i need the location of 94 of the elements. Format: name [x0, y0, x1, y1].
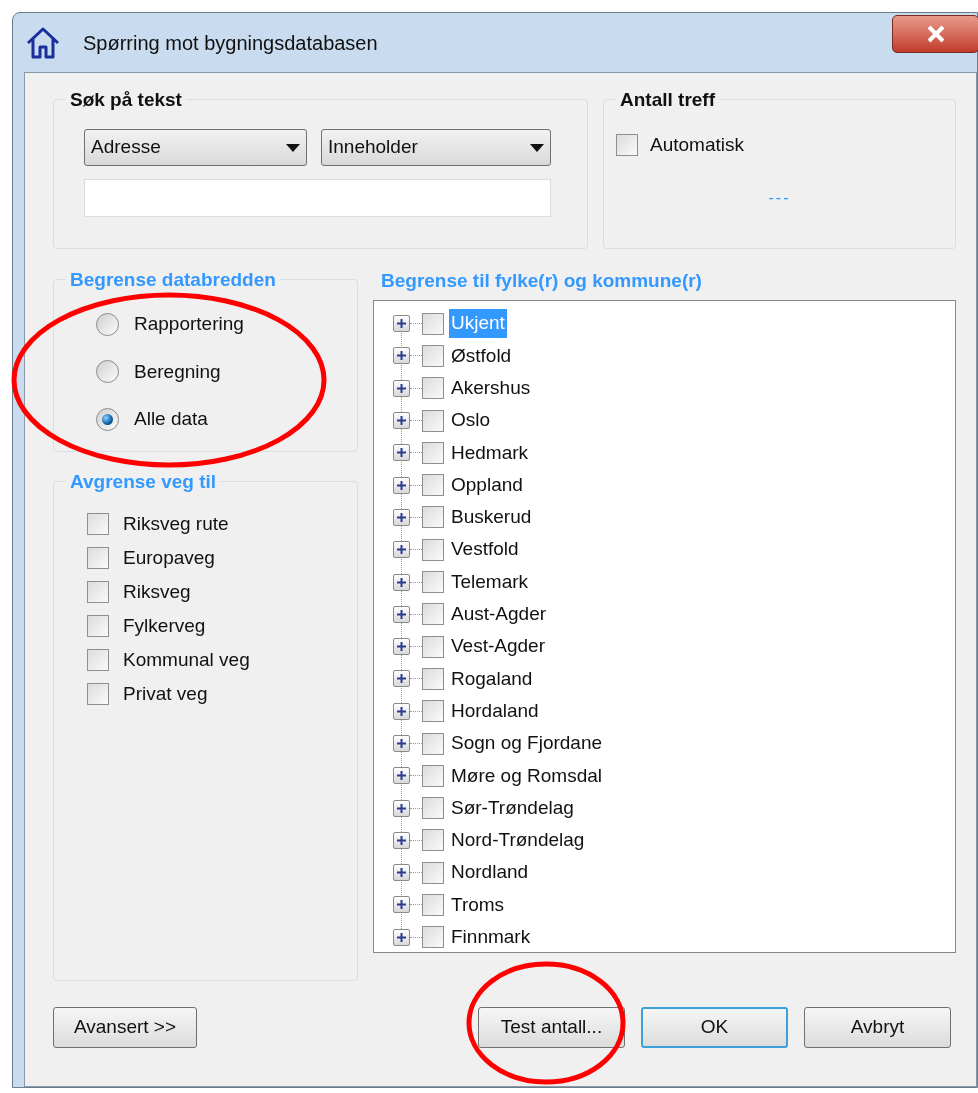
radio-button[interactable] — [96, 360, 119, 384]
checkbox[interactable] — [422, 441, 444, 464]
checkbox[interactable] — [422, 344, 444, 367]
radio-label: Alle data — [134, 407, 208, 431]
expand-icon[interactable] — [393, 476, 410, 494]
checkbox-label: Kommunal veg — [123, 649, 250, 671]
checkbox[interactable] — [422, 377, 444, 400]
tree-item[interactable]: Hordaland — [449, 696, 541, 726]
checkbox[interactable] — [422, 797, 444, 820]
checkbox-label: Automatisk — [650, 133, 744, 157]
expand-icon[interactable] — [393, 670, 410, 688]
checkbox-label: Fylkerveg — [123, 615, 206, 637]
tree-item[interactable]: Sør-Trøndelag — [449, 793, 576, 823]
checkbox[interactable] — [422, 506, 444, 529]
expand-icon[interactable] — [393, 831, 410, 849]
expand-icon[interactable] — [393, 928, 410, 946]
expand-icon[interactable] — [393, 541, 410, 559]
expand-icon[interactable] — [393, 896, 410, 914]
tree-item[interactable]: Vestfold — [449, 535, 521, 564]
checkbox[interactable] — [87, 649, 109, 671]
checkbox-label: Riksveg rute — [123, 513, 229, 535]
expand-icon[interactable] — [393, 315, 410, 333]
checkbox[interactable] — [422, 764, 444, 787]
dialog-button[interactable]: Test antall... — [478, 1007, 625, 1048]
tree-item[interactable]: Nord-Trøndelag — [449, 826, 587, 855]
checkbox[interactable] — [87, 547, 109, 569]
radio-label: Rapportering — [134, 312, 244, 336]
tree-item[interactable]: Finnmark — [449, 923, 533, 952]
checkbox[interactable] — [422, 538, 444, 561]
checkbox[interactable] — [422, 312, 444, 335]
checkbox[interactable] — [87, 581, 109, 603]
expand-icon[interactable] — [393, 767, 410, 785]
checkbox[interactable] — [422, 635, 444, 658]
tree-item[interactable]: Telemark — [449, 567, 531, 597]
expand-icon[interactable] — [393, 799, 410, 817]
expand-icon[interactable] — [393, 412, 410, 430]
checkbox-label: Riksveg — [123, 581, 191, 603]
tree-item[interactable]: Oppland — [449, 470, 525, 500]
checkbox[interactable] — [616, 134, 638, 157]
checkbox[interactable] — [422, 926, 444, 949]
checkbox[interactable] — [422, 474, 444, 497]
dropdown-arrow-icon — [530, 143, 544, 152]
dropdown[interactable]: Adresse — [84, 129, 307, 166]
checkbox-label: Europaveg — [123, 547, 215, 569]
checkbox[interactable] — [422, 829, 444, 852]
expand-icon[interactable] — [393, 573, 410, 591]
expand-icon[interactable] — [393, 735, 410, 752]
checkbox[interactable] — [422, 861, 444, 884]
tree-item[interactable]: Rogaland — [449, 664, 535, 694]
tree-item[interactable]: Troms — [449, 890, 507, 920]
expand-icon[interactable] — [393, 638, 410, 656]
tree-item[interactable]: Hedmark — [449, 438, 531, 468]
window-title: Spørring mot bygningsdatabasen — [83, 30, 378, 56]
checkbox[interactable] — [87, 683, 109, 705]
house-icon — [25, 25, 61, 60]
expand-icon[interactable] — [393, 444, 410, 462]
radio-button[interactable] — [96, 407, 119, 431]
checkbox[interactable] — [87, 513, 109, 535]
tree-item[interactable]: Østfold — [449, 341, 514, 371]
expand-icon[interactable] — [393, 702, 410, 720]
dialog-button[interactable]: Avansert >> — [53, 1007, 197, 1048]
tree-item[interactable]: Aust-Agder — [449, 600, 549, 629]
checkbox[interactable] — [422, 571, 444, 593]
expand-icon[interactable] — [393, 508, 410, 526]
expand-icon[interactable] — [393, 347, 410, 365]
close-icon — [925, 25, 946, 43]
tree-item[interactable]: Sogn og Fjordane — [449, 729, 605, 758]
checkbox[interactable] — [422, 700, 444, 723]
dropdown-arrow-icon — [286, 143, 300, 152]
expand-icon[interactable] — [393, 379, 410, 397]
dialog-button[interactable]: OK — [641, 1007, 788, 1048]
checkbox[interactable] — [422, 603, 444, 626]
tree-item[interactable]: Vest-Agder — [449, 632, 547, 661]
radio-label: Beregning — [134, 359, 221, 384]
tree-item[interactable]: Akershus — [449, 374, 533, 403]
checkbox[interactable] — [422, 667, 444, 690]
text-field[interactable] — [84, 179, 551, 217]
checkbox[interactable] — [422, 732, 444, 755]
checkbox-label: Privat veg — [123, 683, 208, 705]
radio-button[interactable] — [96, 312, 119, 336]
checkbox[interactable] — [422, 894, 444, 916]
tree-item[interactable]: Buskerud — [449, 503, 534, 532]
group-title: Begrense til fylke(r) og kommune(r) — [381, 269, 703, 293]
tree-item[interactable]: Nordland — [449, 858, 531, 887]
checkbox[interactable] — [422, 409, 444, 432]
checkbox[interactable] — [87, 615, 109, 637]
expand-icon[interactable] — [393, 864, 410, 882]
tree-item[interactable]: Møre og Romsdal — [449, 761, 604, 791]
expand-icon[interactable] — [393, 605, 410, 623]
result-count: --- — [768, 187, 791, 208]
dropdown[interactable]: Inneholder — [321, 129, 551, 166]
close-button[interactable] — [892, 15, 978, 53]
dialog-button[interactable]: Avbryt — [804, 1007, 951, 1048]
tree-item[interactable]: Oslo — [449, 406, 493, 435]
